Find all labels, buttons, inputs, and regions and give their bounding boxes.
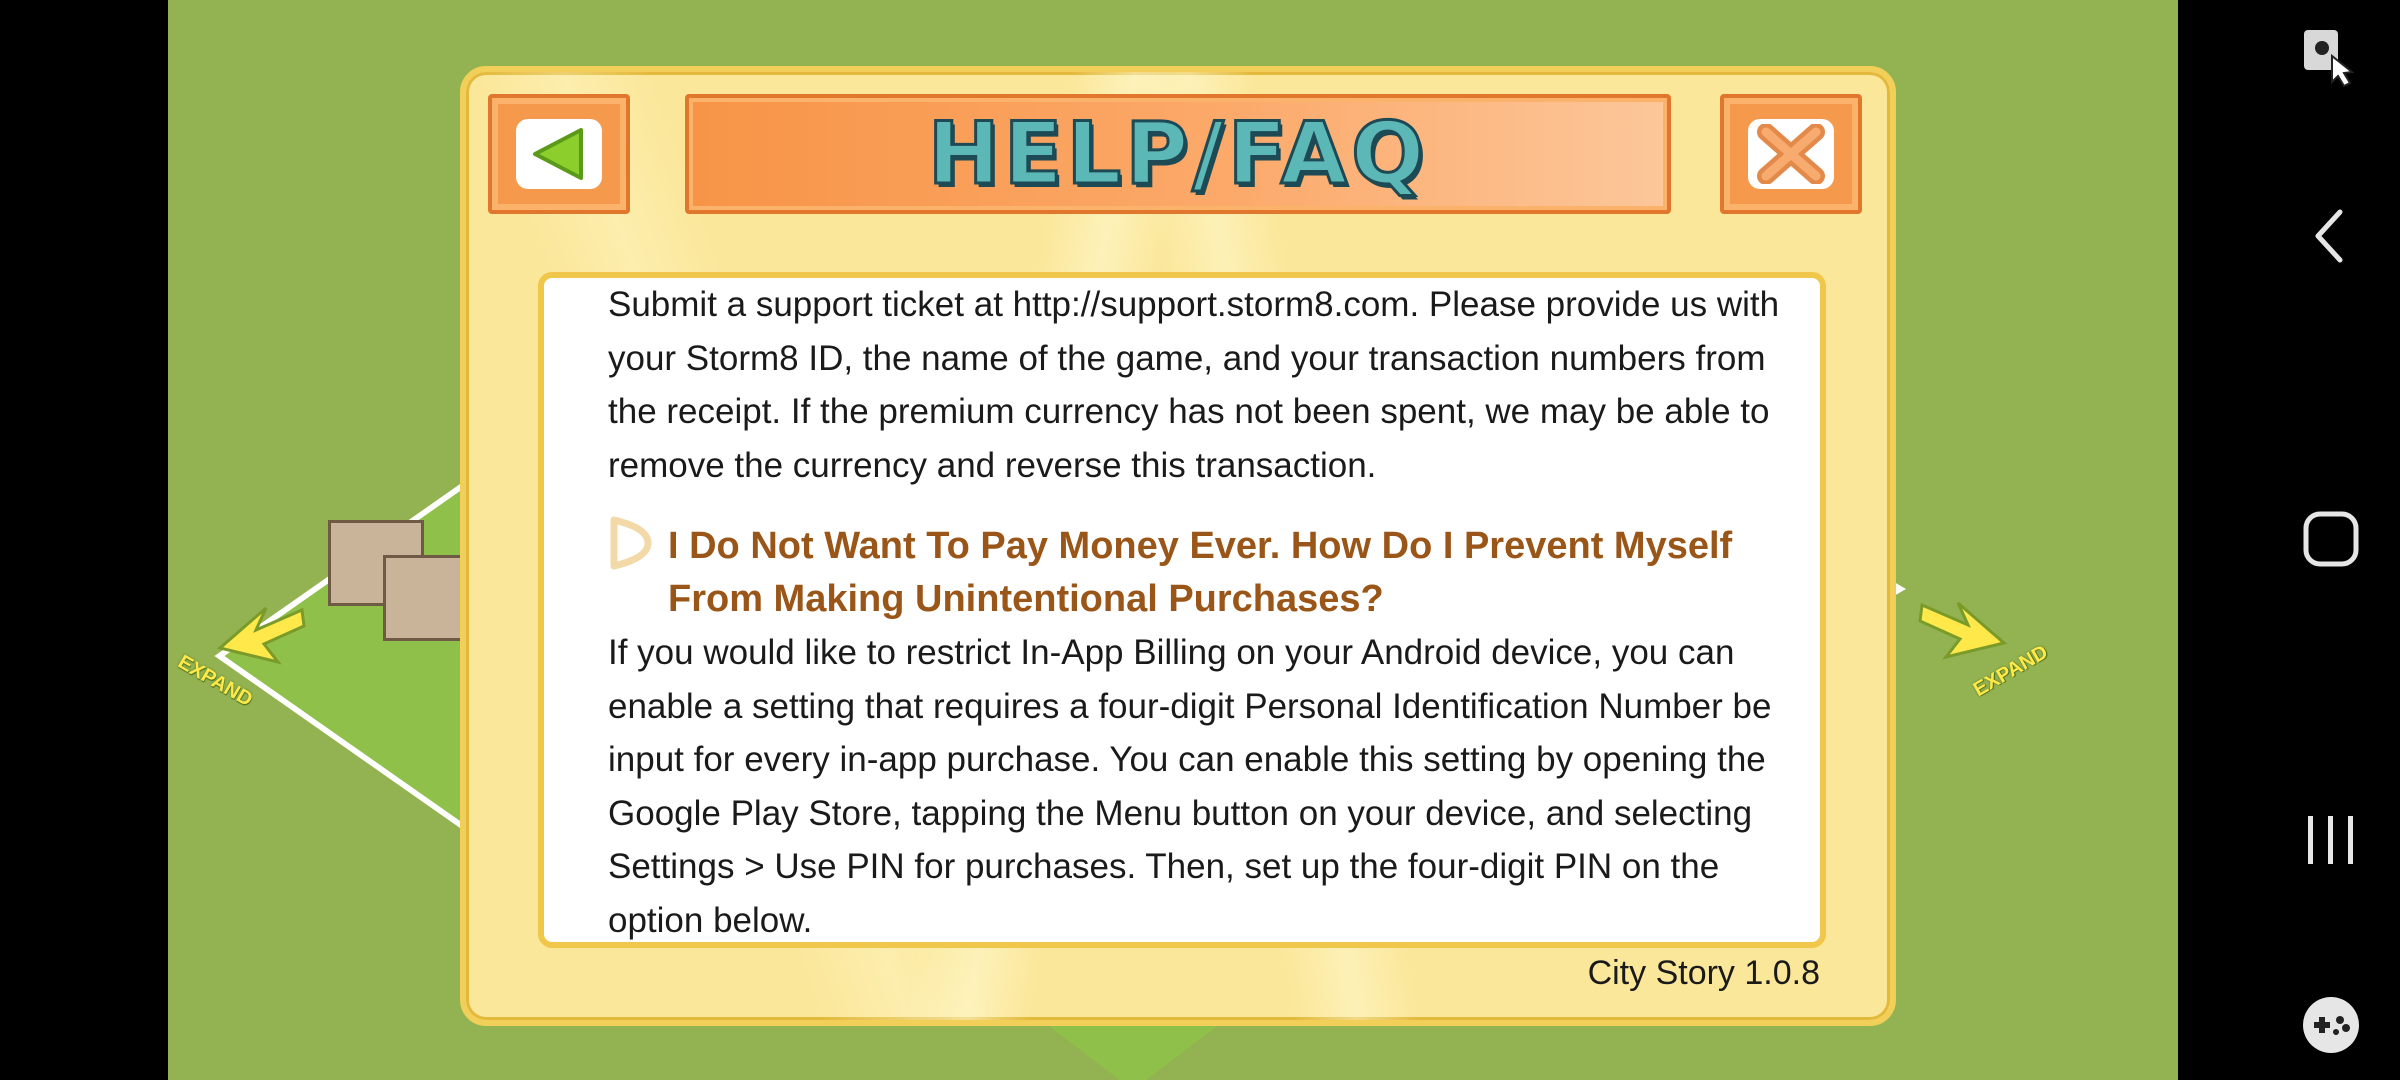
recents-icon[interactable] <box>2304 812 2358 868</box>
system-nav-bar <box>2178 0 2400 1080</box>
expand-arrow-right-icon[interactable] <box>1918 595 2008 665</box>
faq-scroll-area[interactable]: Submit a support ticket at http://suppor… <box>538 272 1826 948</box>
faq-question[interactable]: I Do Not Want To Pay Money Ever. How Do … <box>668 520 1768 626</box>
version-label: City Story 1.0.8 <box>1587 954 1820 992</box>
dialog-title: HELP/FAQ <box>926 103 1429 206</box>
back-chevron-icon[interactable] <box>2310 206 2350 266</box>
gamepad-icon[interactable] <box>2300 994 2362 1056</box>
expand-arrow-left-icon[interactable] <box>216 600 306 670</box>
home-icon[interactable] <box>2302 510 2360 568</box>
close-icon <box>1757 124 1825 184</box>
left-black-bar <box>0 0 168 1080</box>
faq-answer-paragraph-2: If you would like to restrict In-App Bil… <box>608 633 1772 940</box>
title-banner: HELP/FAQ <box>685 94 1671 214</box>
help-faq-dialog: HELP/FAQ Submit a support ticket at http… <box>460 66 1896 1026</box>
close-button[interactable] <box>1720 94 1862 214</box>
back-button[interactable] <box>488 94 630 214</box>
back-triangle-icon <box>533 128 583 180</box>
play-arrow-outline-icon[interactable] <box>608 514 654 572</box>
screenshot-touch-icon[interactable] <box>2300 26 2360 90</box>
faq-answer-paragraph-1: Submit a support ticket at http://suppor… <box>608 285 1780 485</box>
